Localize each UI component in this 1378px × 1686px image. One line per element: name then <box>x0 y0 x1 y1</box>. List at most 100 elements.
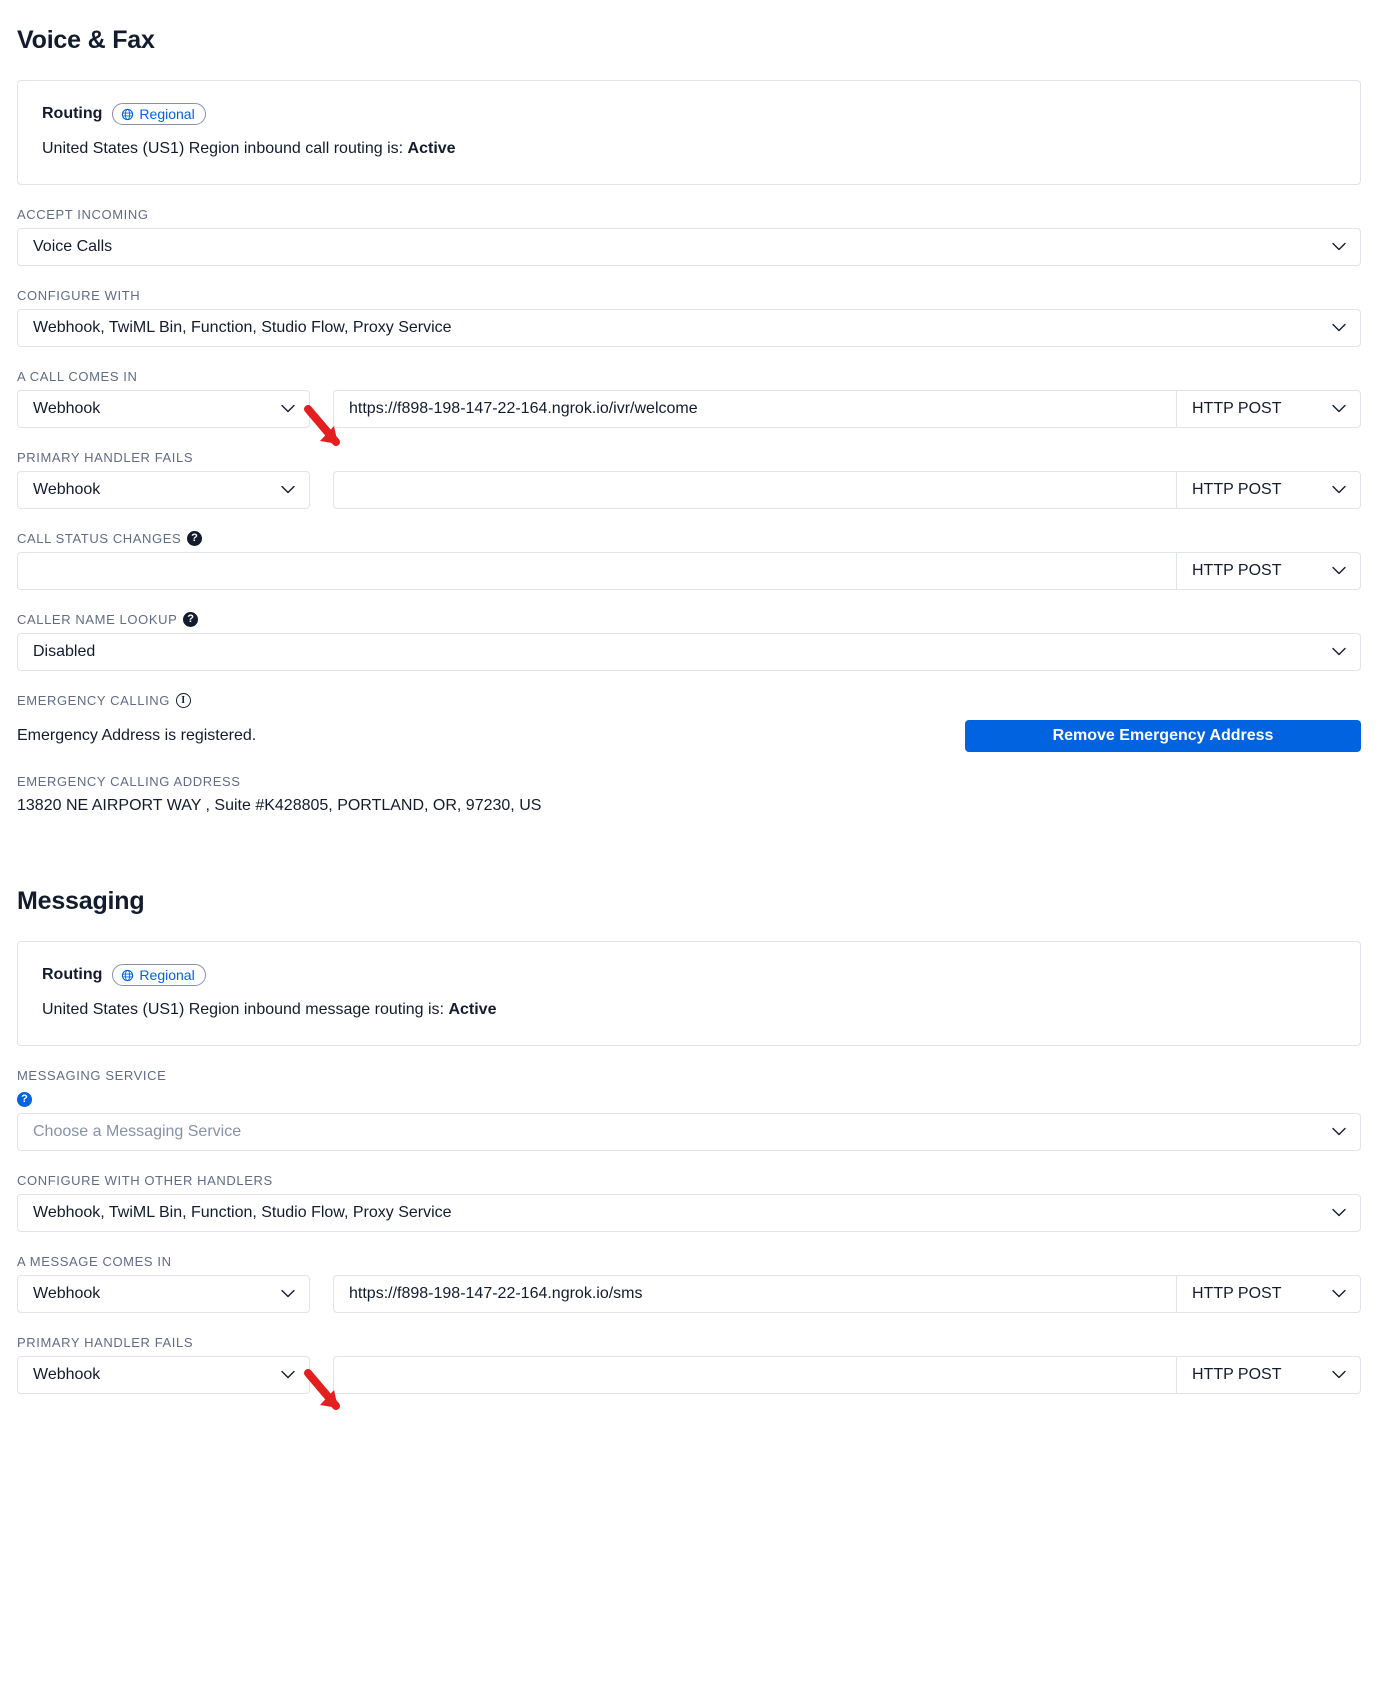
emergency-calling-label-text: EMERGENCY CALLING <box>17 693 170 708</box>
a-message-comes-in-url-input[interactable]: https://f898-198-147-22-164.ngrok.io/sms <box>333 1275 1176 1313</box>
globe-icon <box>121 969 134 982</box>
configure-with-other-handlers-label-text: CONFIGURE WITH OTHER HANDLERS <box>17 1173 273 1188</box>
voice-primary-handler-fails-label: PRIMARY HANDLER FAILS <box>17 450 1361 465</box>
chevron-down-icon <box>1332 566 1346 576</box>
voice-primary-handler-fails-method-select[interactable]: HTTP POST <box>1176 471 1361 509</box>
help-icon[interactable]: ? <box>17 1092 32 1107</box>
accept-incoming-label: ACCEPT INCOMING <box>17 207 1361 222</box>
a-call-comes-in-method-value: HTTP POST <box>1192 400 1282 417</box>
voice-routing-description: United States (US1) Region inbound call … <box>42 140 1336 158</box>
call-status-changes-label-text: CALL STATUS CHANGES <box>17 531 182 546</box>
messaging-routing-status: Active <box>448 1001 497 1018</box>
help-icon[interactable]: ? <box>187 531 203 546</box>
a-call-comes-in-label: A CALL COMES IN <box>17 369 1361 384</box>
configure-with-other-handlers-select[interactable]: Webhook, TwiML Bin, Function, Studio Flo… <box>17 1194 1361 1232</box>
messaging-primary-handler-fails-url-input[interactable] <box>333 1356 1176 1394</box>
chevron-down-icon <box>1332 1208 1346 1218</box>
messaging-routing-header: Routing Regional <box>42 964 1336 986</box>
emergency-calling-row: Emergency Address is registered. Remove … <box>17 720 1361 752</box>
accept-incoming-label-text: ACCEPT INCOMING <box>17 207 149 222</box>
caller-name-lookup-label: CALLER NAME LOOKUP ? <box>17 612 1361 627</box>
chevron-down-icon <box>281 1289 295 1299</box>
chevron-down-icon <box>1332 242 1346 252</box>
chevron-down-icon <box>281 485 295 495</box>
a-message-comes-in-handler-value: Webhook <box>33 1285 101 1302</box>
messaging-primary-handler-fails-handler-select[interactable]: Webhook <box>17 1356 310 1394</box>
configure-with-value: Webhook, TwiML Bin, Function, Studio Flo… <box>33 319 452 336</box>
a-message-comes-in-handler-select[interactable]: Webhook <box>17 1275 310 1313</box>
configure-with-other-handlers-value: Webhook, TwiML Bin, Function, Studio Flo… <box>33 1204 452 1221</box>
caller-name-lookup-label-text: CALLER NAME LOOKUP <box>17 612 178 627</box>
messaging-routing-label: Routing <box>42 966 103 983</box>
messaging-routing-card: Routing Regional United States (US1) Reg… <box>17 941 1361 1046</box>
chevron-down-icon <box>1332 647 1346 657</box>
call-status-changes-row: HTTP POST <box>17 552 1361 590</box>
call-status-changes-method-select[interactable]: HTTP POST <box>1176 552 1361 590</box>
a-message-comes-in-method-select[interactable]: HTTP POST <box>1176 1275 1361 1313</box>
voice-primary-handler-fails-handler-select[interactable]: Webhook <box>17 471 310 509</box>
messaging-service-label: MESSAGING SERVICE <box>17 1068 1361 1083</box>
voice-routing-label: Routing <box>42 105 103 122</box>
chevron-down-icon <box>281 404 295 414</box>
voice-routing-header: Routing Regional <box>42 103 1336 125</box>
info-icon[interactable]: i <box>176 693 191 708</box>
chevron-down-icon <box>1332 1127 1346 1137</box>
a-message-comes-in-url-value: https://f898-198-147-22-164.ngrok.io/sms <box>349 1285 643 1302</box>
emergency-calling-address-label: EMERGENCY CALLING ADDRESS <box>17 774 1361 789</box>
messaging-routing-regional-badge: Regional <box>112 964 206 986</box>
messaging-service-help-wrap: ? <box>17 1089 1361 1107</box>
messaging-primary-handler-fails-label: PRIMARY HANDLER FAILS <box>17 1335 1361 1350</box>
call-status-changes-url-input[interactable] <box>17 552 1176 590</box>
messaging-primary-handler-fails-handler-value: Webhook <box>33 1366 101 1383</box>
chevron-down-icon <box>281 1370 295 1380</box>
messaging-primary-handler-fails-method-select[interactable]: HTTP POST <box>1176 1356 1361 1394</box>
a-message-comes-in-label-text: A MESSAGE COMES IN <box>17 1254 172 1269</box>
messaging-service-label-text: MESSAGING SERVICE <box>17 1068 167 1083</box>
a-call-comes-in-url-value: https://f898-198-147-22-164.ngrok.io/ivr… <box>349 400 698 417</box>
chevron-down-icon <box>1332 323 1346 333</box>
voice-primary-handler-fails-url-input[interactable] <box>333 471 1176 509</box>
voice-primary-handler-fails-label-text: PRIMARY HANDLER FAILS <box>17 450 194 465</box>
caller-name-lookup-select[interactable]: Disabled <box>17 633 1361 671</box>
a-call-comes-in-row: Webhook https://f898-198-147-22-164.ngro… <box>17 390 1361 428</box>
accept-incoming-select[interactable]: Voice Calls <box>17 228 1361 266</box>
messaging-heading: Messaging <box>17 887 145 915</box>
globe-icon <box>121 108 134 121</box>
a-call-comes-in-url-input[interactable]: https://f898-198-147-22-164.ngrok.io/ivr… <box>333 390 1176 428</box>
messaging-primary-handler-fails-method-value: HTTP POST <box>1192 1366 1282 1383</box>
messaging-routing-description: United States (US1) Region inbound messa… <box>42 1001 1336 1019</box>
remove-emergency-address-button[interactable]: Remove Emergency Address <box>965 720 1361 752</box>
messaging-routing-badge-label: Regional <box>139 967 195 983</box>
voice-and-fax-heading: Voice & Fax <box>17 26 155 54</box>
configure-with-label-text: CONFIGURE WITH <box>17 288 141 303</box>
emergency-calling-status-text: Emergency Address is registered. <box>17 727 257 744</box>
a-call-comes-in-handler-select[interactable]: Webhook <box>17 390 310 428</box>
emergency-calling-address-label-text: EMERGENCY CALLING ADDRESS <box>17 774 241 789</box>
chevron-down-icon <box>1332 404 1346 414</box>
configure-with-other-handlers-label: CONFIGURE WITH OTHER HANDLERS <box>17 1173 1361 1188</box>
configure-with-select[interactable]: Webhook, TwiML Bin, Function, Studio Flo… <box>17 309 1361 347</box>
a-call-comes-in-method-select[interactable]: HTTP POST <box>1176 390 1361 428</box>
voice-routing-status: Active <box>407 140 456 157</box>
a-message-comes-in-label: A MESSAGE COMES IN <box>17 1254 1361 1269</box>
a-call-comes-in-handler-value: Webhook <box>33 400 101 417</box>
messaging-primary-handler-fails-row: Webhook HTTP POST <box>17 1356 1361 1394</box>
messaging-service-select[interactable]: Choose a Messaging Service <box>17 1113 1361 1151</box>
emergency-calling-address-value: 13820 NE AIRPORT WAY , Suite #K428805, P… <box>17 797 542 814</box>
help-icon[interactable]: ? <box>183 612 199 627</box>
chevron-down-icon <box>1332 1370 1346 1380</box>
emergency-calling-label: EMERGENCY CALLING i <box>17 693 1361 708</box>
voice-routing-description-text: United States (US1) Region inbound call … <box>42 140 408 157</box>
caller-name-lookup-value: Disabled <box>33 643 96 660</box>
accept-incoming-value: Voice Calls <box>33 238 113 255</box>
messaging-primary-handler-fails-label-text: PRIMARY HANDLER FAILS <box>17 1335 194 1350</box>
a-call-comes-in-label-text: A CALL COMES IN <box>17 369 138 384</box>
a-message-comes-in-row: Webhook https://f898-198-147-22-164.ngro… <box>17 1275 1361 1313</box>
a-message-comes-in-method-value: HTTP POST <box>1192 1285 1282 1302</box>
voice-primary-handler-fails-method-value: HTTP POST <box>1192 481 1282 498</box>
voice-primary-handler-fails-handler-value: Webhook <box>33 481 101 498</box>
messaging-service-placeholder: Choose a Messaging Service <box>33 1123 242 1140</box>
call-status-changes-label: CALL STATUS CHANGES ? <box>17 531 1361 546</box>
configure-with-label: CONFIGURE WITH <box>17 288 1361 303</box>
